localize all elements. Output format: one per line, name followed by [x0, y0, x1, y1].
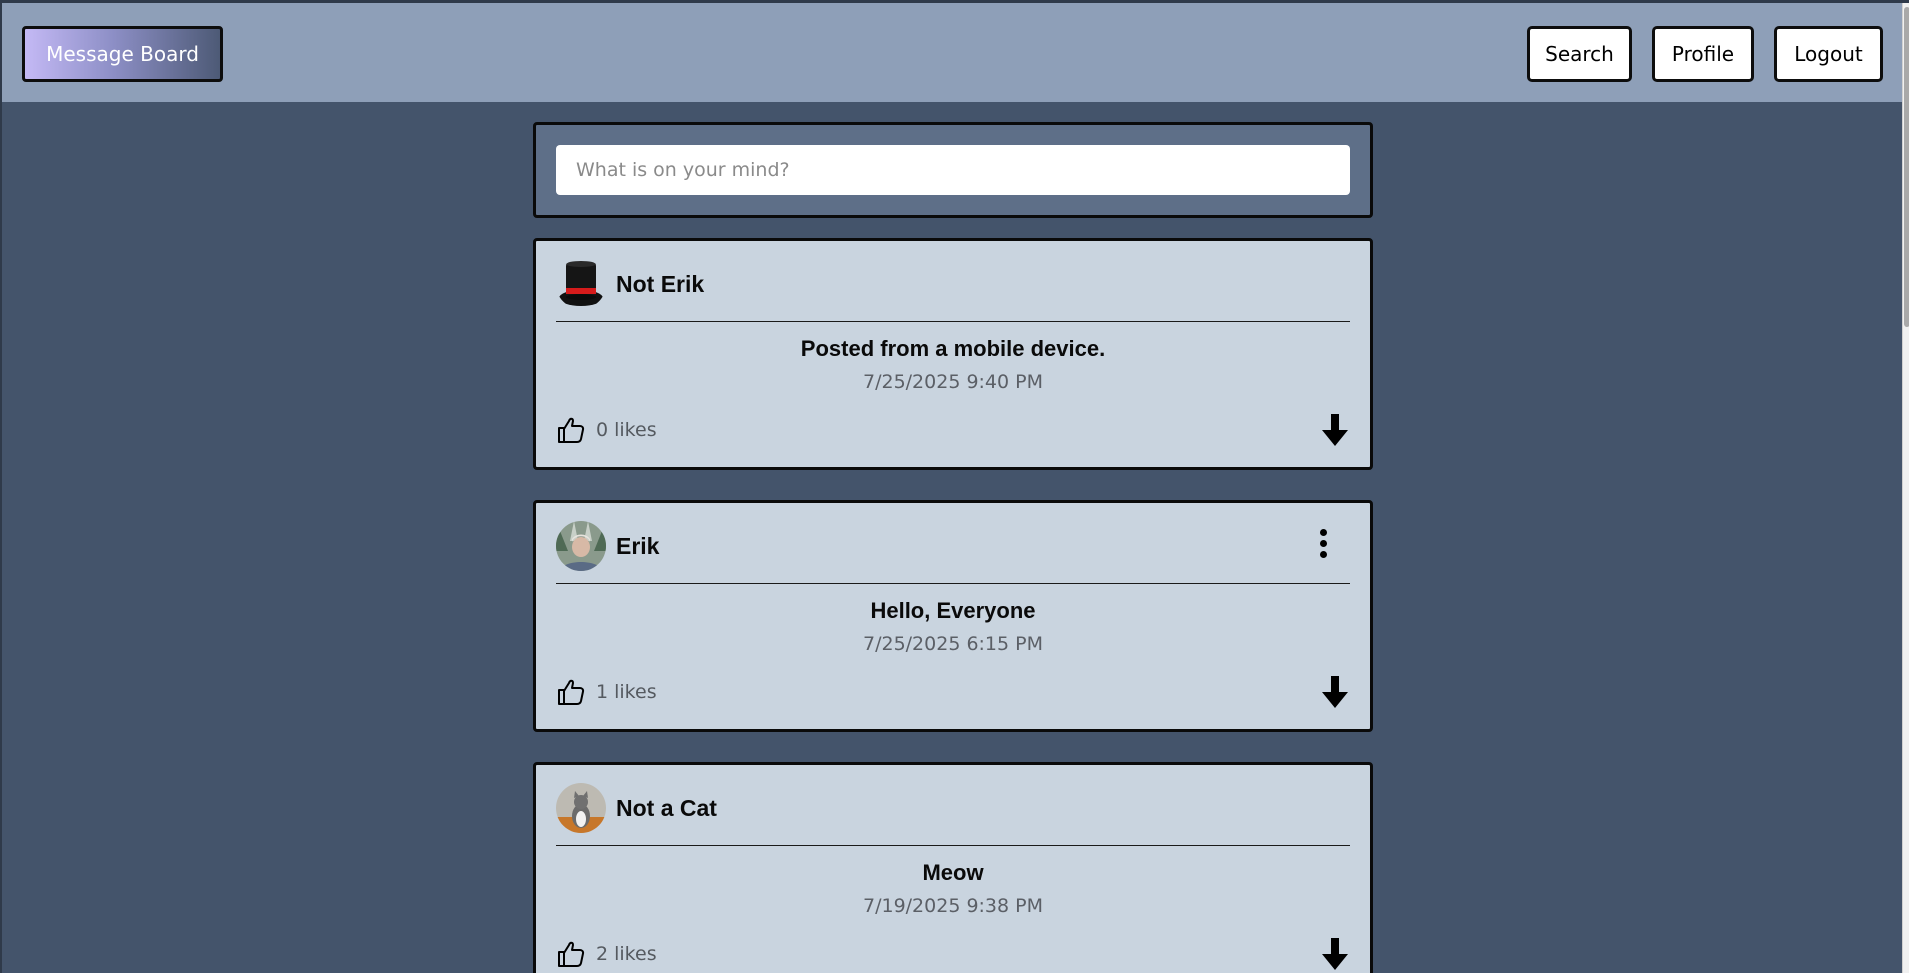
post-timestamp: 7/25/2025 6:15 PM	[862, 633, 1044, 655]
thumbs-up-icon[interactable]	[556, 677, 586, 707]
message-board-home-button[interactable]: Message Board	[22, 26, 223, 82]
thumbs-up-icon[interactable]	[556, 939, 586, 969]
post-header: Not Erik	[556, 259, 1350, 322]
profile-button[interactable]: Profile	[1652, 26, 1754, 82]
post-card: Not a Cat Meow 7/19/2025 9:38 PM 2 likes	[533, 762, 1373, 973]
post-header: Not a Cat	[556, 783, 1350, 846]
post-title: Hello, Everyone	[870, 598, 1036, 623]
top-hat-icon	[559, 261, 603, 306]
post-header: Erik	[556, 521, 1350, 584]
thumbs-up-icon[interactable]	[556, 415, 586, 445]
person-avatar[interactable]	[556, 521, 606, 571]
like-count: 0 likes	[596, 419, 657, 441]
new-post-composer	[533, 122, 1373, 218]
post-author[interactable]: Not Erik	[616, 271, 704, 298]
post-author[interactable]: Erik	[616, 533, 659, 560]
scrollbar-thumb[interactable]	[1904, 7, 1909, 327]
post-card: Erik Hello, Everyone 7/25/2025 6:15 PM 1…	[533, 500, 1373, 732]
top-hat-avatar[interactable]	[556, 259, 606, 309]
logout-button[interactable]: Logout	[1774, 26, 1883, 82]
vertical-scrollbar[interactable]	[1902, 3, 1909, 973]
post-author[interactable]: Not a Cat	[616, 795, 717, 822]
cat-avatar[interactable]	[556, 783, 606, 833]
more-options-icon[interactable]	[1314, 526, 1332, 564]
post-timestamp: 7/19/2025 9:38 PM	[862, 895, 1044, 917]
top-nav-bar: Message Board Search Profile Logout	[2, 3, 1902, 102]
arrow-down-icon[interactable]	[1322, 676, 1348, 708]
page: Message Board Search Profile Logout Not …	[0, 0, 1909, 973]
post-title: Meow	[922, 860, 984, 885]
person-photo-icon	[556, 521, 606, 571]
arrow-down-icon[interactable]	[1322, 938, 1348, 970]
like-count: 1 likes	[596, 681, 657, 703]
post-card: Not Erik Posted from a mobile device. 7/…	[533, 238, 1373, 470]
cat-photo-icon	[556, 783, 606, 833]
search-button[interactable]: Search	[1527, 26, 1632, 82]
post-title: Posted from a mobile device.	[800, 336, 1106, 361]
arrow-down-icon[interactable]	[1322, 414, 1348, 446]
like-count: 2 likes	[596, 943, 657, 965]
post-input[interactable]	[556, 145, 1350, 195]
post-timestamp: 7/25/2025 9:40 PM	[862, 371, 1044, 393]
